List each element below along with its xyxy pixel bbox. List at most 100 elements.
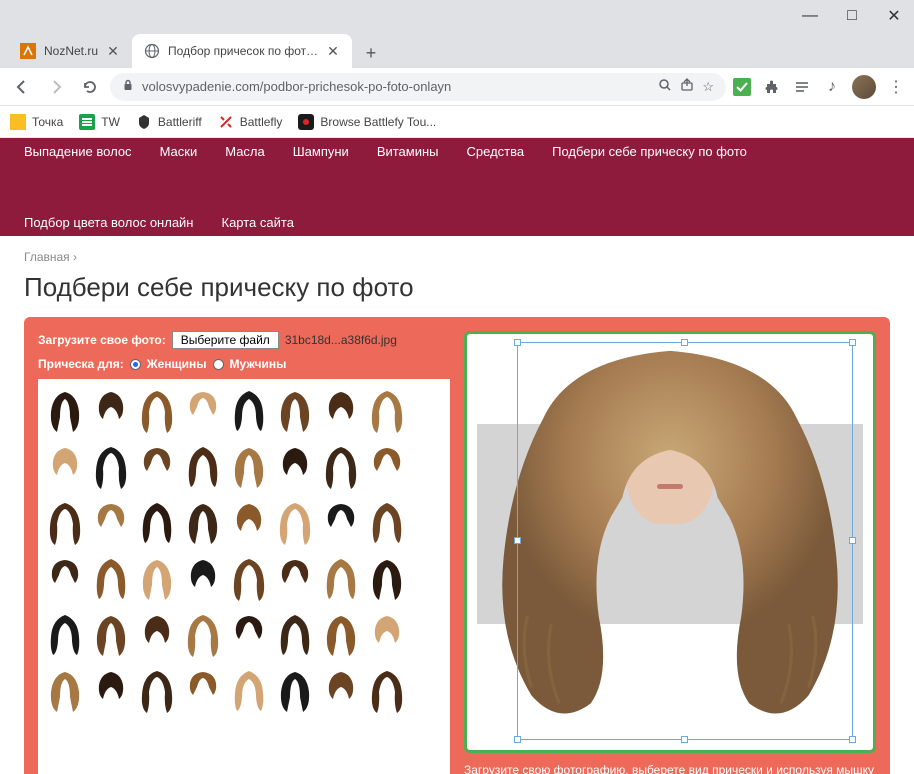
hairstyle-thumb[interactable]: [134, 495, 180, 551]
tab-close-icon[interactable]: ✕: [106, 44, 120, 58]
reload-button[interactable]: [76, 73, 104, 101]
menu-item[interactable]: Выпадение волос: [24, 144, 132, 159]
bookmark-battlefly[interactable]: Battlefly: [218, 114, 283, 130]
hairstyle-thumb[interactable]: [88, 607, 134, 663]
bookmark-star-icon[interactable]: ☆: [702, 79, 714, 95]
hairstyle-thumb[interactable]: [364, 495, 410, 551]
hairstyle-thumb[interactable]: [226, 607, 272, 663]
hairstyle-thumb[interactable]: [42, 663, 88, 719]
breadcrumb: Главная ›: [0, 236, 914, 268]
hairstyle-thumb[interactable]: [272, 383, 318, 439]
forward-button[interactable]: [42, 73, 70, 101]
resize-handle[interactable]: [681, 339, 688, 346]
menu-item[interactable]: Средства: [467, 144, 525, 159]
hairstyle-thumb[interactable]: [180, 607, 226, 663]
hairstyle-thumb[interactable]: [42, 495, 88, 551]
share-icon[interactable]: [680, 78, 694, 95]
hairstyle-thumb[interactable]: [226, 383, 272, 439]
hairstyle-thumb[interactable]: [180, 439, 226, 495]
new-tab-button[interactable]: +: [356, 38, 386, 68]
menu-item[interactable]: Маски: [160, 144, 198, 159]
resize-handle[interactable]: [849, 736, 856, 743]
hairstyle-thumb[interactable]: [364, 551, 410, 607]
hairstyle-thumb[interactable]: [88, 439, 134, 495]
hairstyle-thumb[interactable]: [226, 663, 272, 719]
hairstyle-thumb[interactable]: [134, 383, 180, 439]
menu-item[interactable]: Подбери себе прическу по фото: [552, 144, 747, 159]
hairstyle-thumb[interactable]: [180, 663, 226, 719]
resize-handle[interactable]: [514, 736, 521, 743]
tab-hairstyle[interactable]: Подбор причесок по фото онла ✕: [132, 34, 352, 68]
hairstyle-thumb[interactable]: [272, 607, 318, 663]
menu-item[interactable]: Витамины: [377, 144, 439, 159]
tab-noznet[interactable]: NozNet.ru ✕: [8, 34, 132, 68]
window-close-button[interactable]: ✕: [882, 4, 906, 28]
hairstyle-thumb[interactable]: [88, 383, 134, 439]
hairstyle-thumb[interactable]: [272, 663, 318, 719]
chrome-menu-icon[interactable]: ⋮: [886, 77, 906, 97]
hairstyle-thumb[interactable]: [318, 439, 364, 495]
hairstyle-thumb[interactable]: [42, 383, 88, 439]
hairstyle-thumb[interactable]: [318, 383, 364, 439]
music-icon[interactable]: ♪: [822, 77, 842, 97]
menu-item[interactable]: Карта сайта: [222, 215, 294, 230]
hairstyle-thumb[interactable]: [180, 551, 226, 607]
hairstyle-thumb[interactable]: [318, 607, 364, 663]
hairstyle-thumb[interactable]: [226, 439, 272, 495]
bookmark-battleriff[interactable]: Battleriff: [136, 114, 202, 130]
menu-item[interactable]: Шампуни: [293, 144, 349, 159]
radio-men[interactable]: [213, 359, 224, 370]
extension-check-icon[interactable]: [732, 77, 752, 97]
hairstyle-thumb[interactable]: [364, 439, 410, 495]
hairstyle-thumb[interactable]: [88, 551, 134, 607]
bookmark-tw[interactable]: TW: [79, 114, 120, 130]
hairstyle-thumb[interactable]: [226, 551, 272, 607]
zoom-icon[interactable]: [658, 78, 672, 95]
hairstyle-thumb[interactable]: [134, 607, 180, 663]
hairstyle-thumb[interactable]: [318, 551, 364, 607]
hairstyle-thumb[interactable]: [42, 439, 88, 495]
hairstyle-gallery[interactable]: [38, 379, 450, 774]
radio-women[interactable]: [130, 359, 141, 370]
bookmark-tochka[interactable]: Точка: [10, 114, 63, 130]
profile-avatar[interactable]: [852, 75, 876, 99]
hairstyle-thumb[interactable]: [272, 495, 318, 551]
menu-item[interactable]: Подбор цвета волос онлайн: [24, 215, 194, 230]
hairstyle-thumb[interactable]: [88, 495, 134, 551]
preview-canvas[interactable]: [464, 331, 876, 753]
hairstyle-thumb[interactable]: [272, 439, 318, 495]
hairstyle-thumb[interactable]: [364, 383, 410, 439]
reading-list-icon[interactable]: [792, 77, 812, 97]
choose-file-button[interactable]: Выберите файл: [172, 331, 279, 349]
resize-handle[interactable]: [514, 537, 521, 544]
resize-handle[interactable]: [849, 339, 856, 346]
window-minimize-button[interactable]: —: [798, 4, 822, 28]
selection-box[interactable]: [517, 342, 853, 740]
hairstyle-thumb[interactable]: [42, 607, 88, 663]
hairstyle-thumb[interactable]: [180, 495, 226, 551]
hairstyle-thumb[interactable]: [318, 495, 364, 551]
breadcrumb-home[interactable]: Главная: [24, 250, 70, 264]
resize-handle[interactable]: [514, 339, 521, 346]
back-button[interactable]: [8, 73, 36, 101]
hairstyle-thumb[interactable]: [226, 495, 272, 551]
hairstyle-thumb[interactable]: [364, 663, 410, 719]
bookmark-battlefy[interactable]: Browse Battlefy Tou...: [298, 114, 436, 130]
menu-item[interactable]: Масла: [225, 144, 265, 159]
window-maximize-button[interactable]: □: [840, 4, 864, 28]
extensions-puzzle-icon[interactable]: [762, 77, 782, 97]
hairstyle-thumb[interactable]: [88, 663, 134, 719]
tab-close-icon[interactable]: ✕: [326, 44, 340, 58]
hairstyle-thumb[interactable]: [42, 551, 88, 607]
hairstyle-thumb[interactable]: [134, 663, 180, 719]
resize-handle[interactable]: [849, 537, 856, 544]
hairstyle-thumb[interactable]: [364, 607, 410, 663]
hairstyle-thumb[interactable]: [134, 439, 180, 495]
hairstyle-thumb[interactable]: [318, 663, 364, 719]
upload-label: Загрузите свое фото:: [38, 333, 166, 347]
resize-handle[interactable]: [681, 736, 688, 743]
hairstyle-thumb[interactable]: [272, 551, 318, 607]
address-bar[interactable]: volosvypadenie.com/podbor-prichesok-po-f…: [110, 73, 726, 101]
hairstyle-thumb[interactable]: [134, 551, 180, 607]
hairstyle-thumb[interactable]: [180, 383, 226, 439]
